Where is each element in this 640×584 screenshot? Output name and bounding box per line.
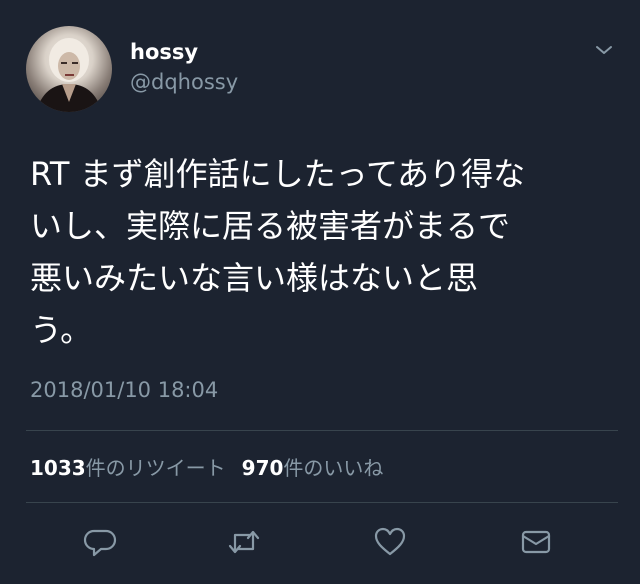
retweets-count: 1033 <box>30 456 86 480</box>
divider <box>26 502 618 503</box>
reply-icon <box>83 529 117 557</box>
retweet-button[interactable] <box>224 522 264 562</box>
likes-label: 件のいいね <box>283 456 384 480</box>
like-icon <box>374 527 406 556</box>
user-handle[interactable]: @dqhossy <box>130 70 238 94</box>
avatar[interactable] <box>26 26 112 112</box>
likes-count: 970 <box>241 456 284 480</box>
divider <box>26 430 618 431</box>
tweet-card: hossy @dqhossy RT まず創作話にしたってあり得な いし、実際に居… <box>0 0 640 584</box>
like-button[interactable] <box>370 522 410 562</box>
retweets-stat[interactable]: 1033件のリツイート <box>30 456 226 480</box>
chevron-down-icon[interactable] <box>592 40 616 60</box>
direct-message-button[interactable] <box>516 522 556 562</box>
tweet-text: RT まず創作話にしたってあり得な いし、実際に居る被害者がまるで 悪いみたいな… <box>30 155 526 349</box>
tweet-timestamp[interactable]: 2018/01/10 18:04 <box>30 378 218 402</box>
direct-message-icon <box>521 530 551 554</box>
likes-stat[interactable]: 970件のいいね <box>242 456 384 480</box>
retweets-label: 件のリツイート <box>85 456 226 480</box>
tweet-stats: 1033件のリツイート 970件のいいね <box>30 452 383 481</box>
retweet-icon <box>228 530 260 554</box>
avatar-image <box>36 38 102 112</box>
display-name[interactable]: hossy <box>130 40 198 64</box>
tweet-actions <box>0 522 640 562</box>
reply-button[interactable] <box>80 522 120 562</box>
